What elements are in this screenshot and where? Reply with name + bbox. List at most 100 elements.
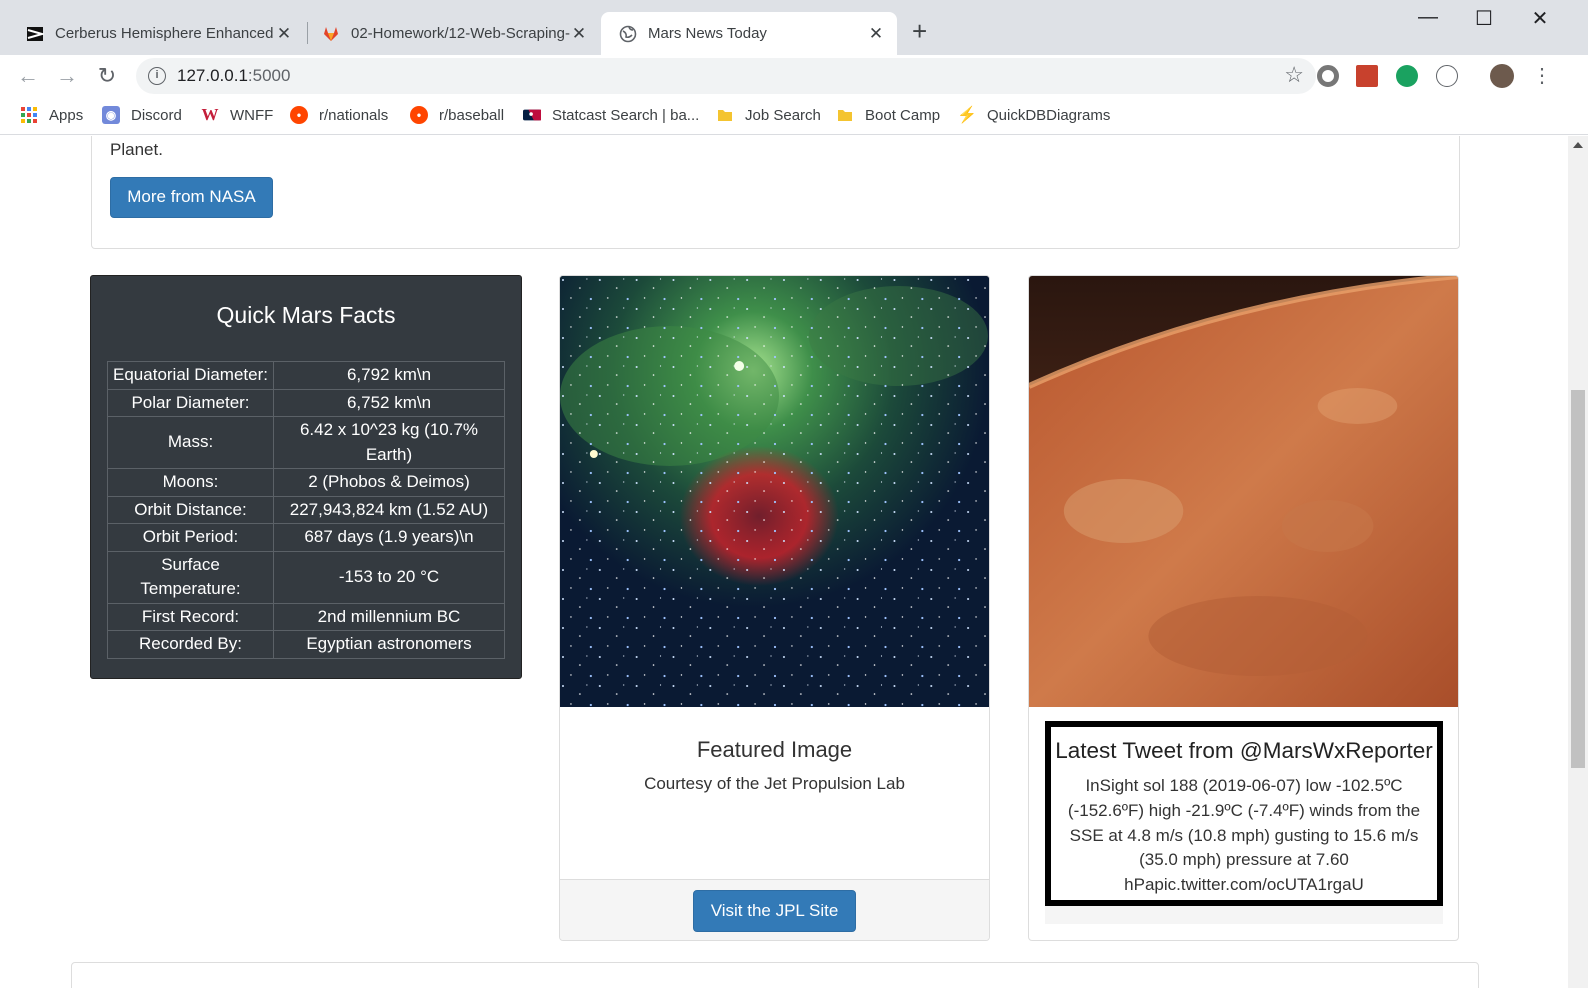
fact-key: Orbit Period: (107, 523, 274, 552)
bookmark-apps[interactable]: Apps (20, 106, 83, 124)
bookmark-wnff[interactable]: W WNFF (201, 105, 274, 124)
bookmark-statcast[interactable]: Statcast Search | ba... (523, 106, 699, 124)
fact-key: Recorded By: (107, 630, 274, 659)
bookmark-label: Apps (49, 106, 84, 124)
bookmark-label: QuickDBDiagrams (987, 106, 1111, 124)
globe-icon (619, 25, 637, 43)
table-row: Equatorial Diameter: 6,792 km\n (107, 361, 505, 390)
tab-title: Cerberus Hemisphere Enhanced | (55, 25, 275, 42)
fact-value: Egyptian astronomers (273, 630, 505, 659)
fact-key: Moons: (107, 468, 274, 497)
json-extension-icon[interactable] (1436, 65, 1458, 87)
mars-facts-panel: Quick Mars Facts Equatorial Diameter: 6,7… (90, 275, 522, 679)
tweet-footer-strip (1045, 906, 1443, 924)
fact-key: First Record: (107, 602, 274, 631)
tweet-heading: Latest Tweet from @MarsWxReporter (1055, 738, 1433, 763)
folder-icon (836, 106, 854, 124)
url-text: 127.0.0.1:5000 (177, 66, 291, 85)
reddit-icon: • (410, 106, 428, 124)
address-bar[interactable]: i 127.0.0.1:5000 ☆ (136, 58, 1316, 94)
table-row: Orbit Period: 687 days (1.9 years)\n (107, 523, 505, 552)
reddit-icon: • (290, 106, 308, 124)
profile-avatar[interactable] (1490, 64, 1514, 88)
bookmark-label: WNFF (230, 106, 274, 124)
close-tab-icon[interactable]: ✕ (275, 24, 293, 44)
bookmark-star-icon[interactable]: ☆ (1284, 62, 1304, 88)
table-row: Moons: 2 (Phobos & Deimos) (107, 468, 505, 497)
fact-key: Equatorial Diameter: (107, 361, 274, 390)
maximize-icon[interactable]: ☐ (1456, 6, 1512, 31)
tab-strip: Cerberus Hemisphere Enhanced | ✕ 02-Home… (0, 0, 1588, 55)
nationals-logo-icon: W (201, 105, 219, 124)
facts-table: Equatorial Diameter: 6,792 km\n Polar Dia… (107, 361, 505, 659)
bookmark-label: Boot Camp (865, 106, 941, 124)
apps-grid-icon (20, 106, 38, 124)
menu-kebab-icon[interactable]: ⋮ (1528, 62, 1556, 90)
mlb-icon (523, 106, 541, 124)
scroll-up-arrow-icon[interactable] (1573, 142, 1583, 148)
news-card: Planet. More from NASA (91, 136, 1460, 249)
fact-key: Orbit Distance: (107, 495, 274, 524)
hemispheres-section (71, 962, 1479, 988)
forward-arrow-icon[interactable]: → (53, 62, 81, 90)
close-window-icon[interactable]: ✕ (1512, 6, 1568, 31)
table-row: Mass: 6.42 x 10^23 kg (10.7% Earth) (107, 416, 505, 469)
fact-value: 687 days (1.9 years)\n (273, 523, 505, 552)
fact-key: Mass: (107, 416, 274, 469)
fact-value: -153 to 20 °C (273, 550, 505, 604)
close-tab-icon[interactable]: ✕ (867, 24, 885, 44)
close-tab-icon[interactable]: ✕ (570, 24, 588, 44)
table-row: Recorded By: Egyptian astronomers (107, 630, 505, 659)
scrollbar-thumb[interactable] (1571, 390, 1585, 768)
fact-value: 6,792 km\n (273, 361, 505, 390)
tab-title: Mars News Today (648, 25, 767, 42)
fact-key: Polar Diameter: (107, 388, 274, 417)
tweet-text: InSight sol 188 (2019-06-07) low -102.5º… (1067, 776, 1421, 895)
tab-mars-news[interactable]: Mars News Today ✕ (601, 12, 897, 55)
browser-toolbar: ← → ↻ i 127.0.0.1:5000 ☆ ⋮ (0, 55, 1588, 97)
folder-icon (716, 106, 734, 124)
mars-surface-image (1029, 276, 1458, 707)
bookmark-job-search[interactable]: Job Search (716, 106, 821, 124)
minimize-icon[interactable]: — (1400, 6, 1456, 29)
bookmark-r-baseball[interactable]: • r/baseball (410, 106, 504, 124)
bookmark-label: r/baseball (439, 106, 505, 124)
bookmark-discord[interactable]: ◉ Discord (102, 106, 182, 124)
latest-tweet-box: Latest Tweet from @MarsWxReporter InSigh… (1045, 721, 1443, 906)
featured-card-footer: Visit the JPL Site (560, 879, 989, 940)
reload-icon[interactable]: ↻ (93, 62, 121, 90)
mars-weather-card: Latest Tweet from @MarsWxReporter InSigh… (1028, 275, 1459, 941)
visit-jpl-button[interactable]: Visit the JPL Site (693, 890, 856, 932)
more-from-nasa-button[interactable]: More from NASA (110, 177, 273, 218)
bookmark-quickdbdiagrams[interactable]: ⚡ QuickDBDiagrams (957, 106, 1111, 125)
fact-value: 6.42 x 10^23 kg (10.7% Earth) (273, 416, 505, 469)
bookmark-boot-camp[interactable]: Boot Camp (836, 106, 940, 124)
bookmarks-bar: Apps ◉ Discord W WNFF • r/nationals • r/… (0, 97, 1588, 135)
table-row: First Record: 2nd millennium BC (107, 602, 505, 631)
new-tab-button[interactable]: + (912, 18, 927, 44)
fact-value: 2nd millennium BC (273, 602, 505, 631)
featured-image-card: Featured Image Courtesy of the Jet Propu… (559, 275, 990, 941)
back-arrow-icon[interactable]: ← (14, 62, 42, 90)
site-info-icon[interactable]: i (148, 67, 166, 85)
grammarly-extension-icon[interactable] (1396, 65, 1418, 87)
fact-value: 6,752 km\n (273, 388, 505, 417)
bookmark-label: Statcast Search | ba... (552, 106, 700, 124)
bookmark-label: r/nationals (319, 106, 389, 124)
fact-value: 227,943,824 km (1.52 AU) (273, 495, 505, 524)
featured-image-title: Featured Image (696, 737, 853, 762)
bookmark-label: Discord (131, 106, 182, 124)
pdf-extension-icon[interactable] (1356, 65, 1378, 87)
gitlab-fox-icon (322, 25, 340, 43)
bookmark-r-nationals[interactable]: • r/nationals (290, 106, 388, 124)
tab-homework[interactable]: 02-Homework/12-Web-Scraping- ✕ (304, 12, 600, 55)
extension-circle-icon[interactable] (1317, 65, 1339, 87)
tab-cerberus[interactable]: Cerberus Hemisphere Enhanced | ✕ (8, 12, 305, 55)
facts-title: Quick Mars Facts (216, 302, 396, 328)
fact-value: 2 (Phobos & Deimos) (273, 468, 505, 497)
news-paragraph: Planet. (110, 140, 163, 159)
featured-space-image (560, 276, 989, 707)
discord-icon: ◉ (102, 106, 120, 124)
page-scrollbar[interactable] (1568, 136, 1588, 988)
table-row: Polar Diameter: 6,752 km\n (107, 388, 505, 417)
